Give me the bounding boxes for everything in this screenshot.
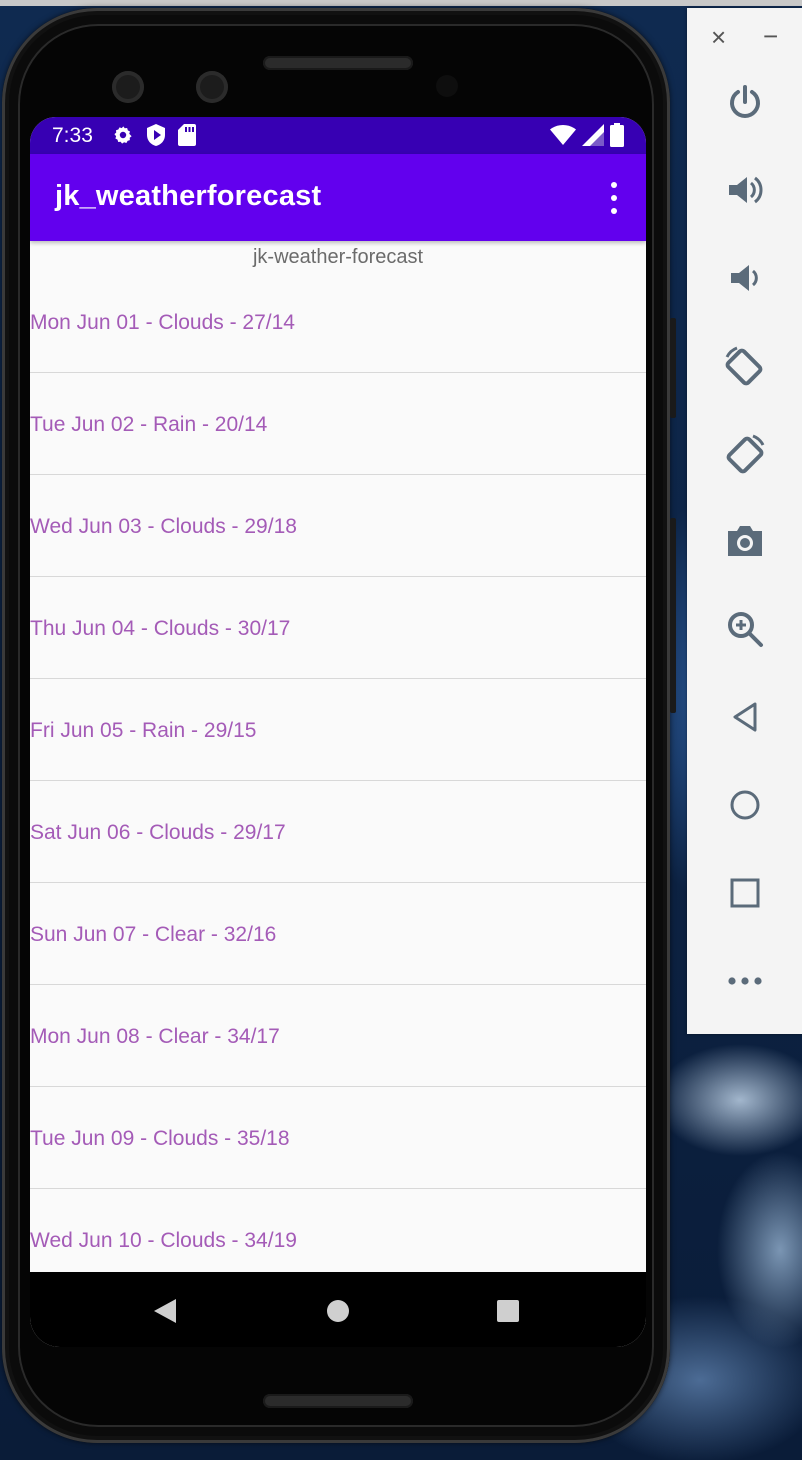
app-title: jk_weatherforecast (55, 180, 322, 212)
home-icon[interactable] (717, 777, 773, 833)
side-button-power[interactable] (670, 518, 676, 713)
camera-icon[interactable] (717, 513, 773, 569)
close-icon[interactable]: × (711, 22, 726, 52)
forecast-text: Fri Jun 05 - Rain - 29/15 (30, 719, 257, 742)
status-bar: 7:33 (30, 117, 646, 154)
status-time: 7:33 (52, 124, 93, 147)
wifi-icon (550, 125, 576, 145)
earpiece-speaker (263, 56, 413, 70)
forecast-text: Wed Jun 03 - Clouds - 29/18 (30, 515, 297, 538)
list-item[interactable]: Sun Jun 07 - Clear - 32/16 (30, 883, 646, 985)
forecast-text: Sun Jun 07 - Clear - 32/16 (30, 923, 277, 946)
status-icons-left (112, 124, 196, 146)
side-button-volume[interactable] (670, 318, 676, 418)
volume-up-icon[interactable] (717, 162, 773, 218)
list-item[interactable]: Thu Jun 04 - Clouds - 30/17 (30, 577, 646, 679)
status-icons-right (550, 123, 624, 147)
minimize-icon[interactable]: − (763, 22, 778, 50)
list-item[interactable]: Mon Jun 01 - Clouds - 27/14 (30, 271, 646, 373)
toolbar-window-controls: × − (687, 22, 802, 52)
rotate-right-icon[interactable] (717, 427, 773, 483)
forecast-list: Mon Jun 01 - Clouds - 27/14 Tue Jun 02 -… (30, 271, 646, 1290)
list-item[interactable]: Wed Jun 03 - Clouds - 29/18 (30, 475, 646, 577)
forecast-text: Mon Jun 08 - Clear - 34/17 (30, 1025, 280, 1048)
home-icon[interactable] (327, 1300, 349, 1322)
list-item[interactable]: Mon Jun 08 - Clear - 34/17 (30, 985, 646, 1087)
emulator-toolbar: × − (687, 8, 802, 1034)
page-subtitle: jk-weather-forecast (252, 246, 424, 268)
forecast-text: Mon Jun 01 - Clouds - 27/14 (30, 311, 295, 334)
more-vert-icon[interactable] (602, 182, 626, 214)
front-camera-icon (112, 71, 144, 103)
gear-icon (114, 126, 132, 144)
shield-play-icon (147, 124, 165, 146)
device-screen: 7:33 jk_weatherforecast jk-weather-forec… (30, 117, 646, 1347)
forecast-text: Tue Jun 09 - Clouds - 35/18 (30, 1127, 290, 1150)
back-icon[interactable] (717, 689, 773, 745)
navigation-bar (30, 1272, 646, 1347)
list-item[interactable]: Tue Jun 09 - Clouds - 35/18 (30, 1087, 646, 1189)
zoom-icon[interactable] (717, 601, 773, 657)
overview-icon[interactable] (717, 865, 773, 921)
more-icon[interactable] (717, 953, 773, 1009)
back-icon[interactable] (154, 1299, 176, 1323)
proximity-sensor-icon (436, 75, 458, 97)
sd-card-icon (178, 124, 196, 146)
forecast-text: Wed Jun 10 - Clouds - 34/19 (30, 1229, 297, 1252)
forecast-text: Tue Jun 02 - Rain - 20/14 (30, 413, 268, 436)
list-item[interactable]: Sat Jun 06 - Clouds - 29/17 (30, 781, 646, 883)
battery-icon (610, 123, 624, 147)
list-item[interactable]: Fri Jun 05 - Rain - 29/15 (30, 679, 646, 781)
list-item[interactable]: Tue Jun 02 - Rain - 20/14 (30, 373, 646, 475)
bottom-speaker (263, 1394, 413, 1408)
recents-icon[interactable] (497, 1300, 519, 1322)
power-icon[interactable] (717, 74, 773, 130)
rotate-left-icon[interactable] (717, 339, 773, 395)
cell-signal-icon (582, 124, 604, 146)
front-sensor-icon (196, 71, 228, 103)
app-bar: jk_weatherforecast (30, 154, 646, 241)
forecast-text: Sat Jun 06 - Clouds - 29/17 (30, 821, 286, 844)
forecast-text: Thu Jun 04 - Clouds - 30/17 (30, 617, 291, 640)
volume-down-icon[interactable] (717, 250, 773, 306)
